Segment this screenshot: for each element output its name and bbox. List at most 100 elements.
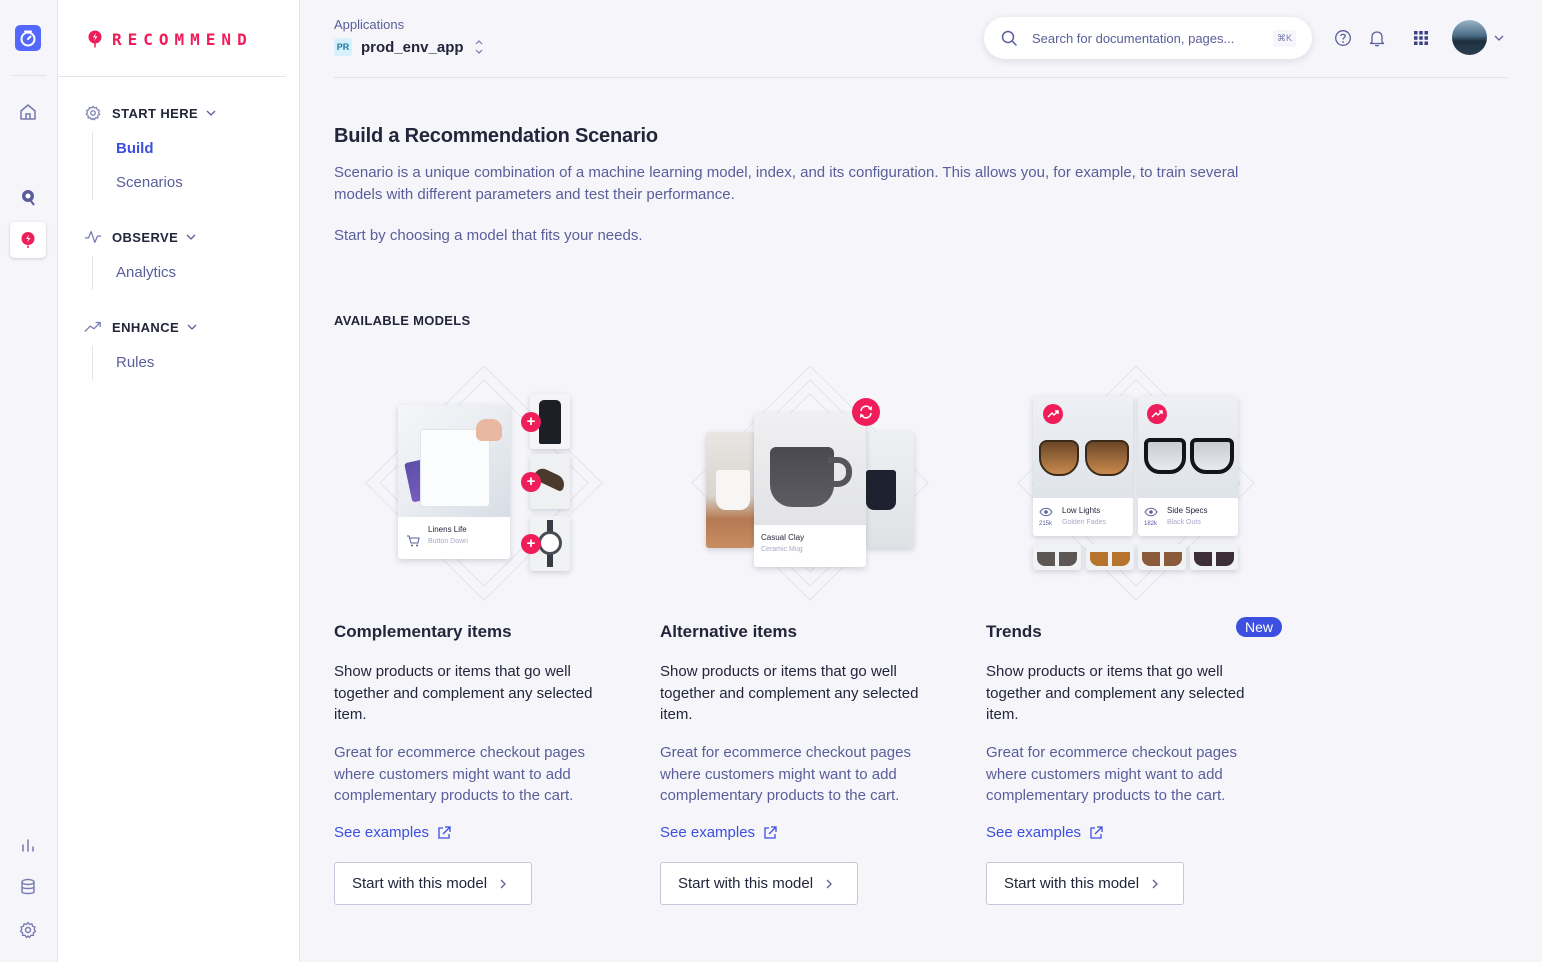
sidebar-divider [58,76,286,77]
sidebar-item-analytics[interactable]: Analytics [93,256,176,290]
section-label: OBSERVE [112,229,179,245]
black-mug-thumb [866,432,914,548]
see-examples-link[interactable]: See examples [660,824,777,841]
see-examples-link[interactable]: See examples [986,824,1103,841]
chevron-down-icon [186,234,196,240]
external-link-icon [764,825,777,839]
cart-icon [407,535,420,547]
shirt-product-card: Linens Life Button Down [398,405,510,559]
chevron-down-icon [206,110,216,116]
section-enhance[interactable]: ENHANCE [84,317,197,337]
start-hint: Start by choosing a model that fits your… [334,227,643,244]
section-label: ENHANCE [112,319,180,335]
chevron-right-icon [826,879,832,888]
external-link-icon [438,825,451,839]
product-name: Side Specs [1167,506,1208,515]
model-note: Great for ecommerce checkout pages where… [660,744,911,804]
algolia-logo-icon[interactable] [15,25,41,51]
sunglasses-thumb [1086,544,1134,570]
start-here-submenu: Build Scenarios [92,132,183,200]
new-badge: New [1236,617,1283,637]
trending-icon [1147,404,1167,424]
trends-illustration: 215k Low Lights Golden Fades 182k Side S… [986,366,1286,602]
sidebar-item-rules[interactable]: Rules [93,346,154,380]
sidebar-item-build[interactable]: Build [93,132,183,166]
help-icon[interactable] [1334,29,1352,47]
model-description: Show products or items that go well toge… [334,663,593,723]
trend-icon [84,321,101,332]
add-pin: + [521,412,541,432]
avatar[interactable] [1452,20,1487,55]
start-model-button[interactable]: Start with this model [334,862,532,905]
sunglasses-thumb [1138,544,1186,570]
view-count: 215k [1039,521,1053,527]
sidebar-item-scenarios[interactable]: Scenarios [93,166,183,200]
external-link-icon [1090,825,1103,839]
apps-grid-icon[interactable] [1412,29,1430,47]
model-title: Complementary items [334,622,512,641]
complementary-illustration: Linens Life Button Down + + + [334,366,634,602]
section-label: START HERE [112,105,199,121]
database-icon[interactable] [18,877,38,897]
eye-icon [1144,507,1158,517]
search-box[interactable]: Search for documentation, pages... ⌘K [984,17,1312,59]
product-subtitle: Button Down [428,538,469,545]
home-icon[interactable] [18,102,38,122]
start-model-label: Start with this model [1004,875,1140,892]
updown-chevron-icon [475,40,482,54]
add-pin: + [521,472,541,492]
section-start-here[interactable]: START HERE [84,103,216,123]
bar-chart-icon[interactable] [18,835,38,855]
product-name: Casual Clay [761,533,805,542]
header-divider [334,77,1508,78]
pulse-icon [84,230,102,244]
model-card-trends: 215k Low Lights Golden Fades 182k Side S… [986,366,1286,905]
start-model-button[interactable]: Start with this model [986,862,1184,905]
recommend-logo-icon [88,30,102,48]
model-note: Great for ecommerce checkout pages where… [334,744,585,804]
model-card-complementary: Linens Life Button Down + + + Complement… [334,366,634,905]
model-title: Alternative items [660,622,797,641]
see-examples-link[interactable]: See examples [334,824,451,841]
start-model-label: Start with this model [678,875,814,892]
search-pin-icon[interactable] [18,187,38,207]
gear-icon [85,105,101,121]
start-model-button[interactable]: Start with this model [660,862,858,905]
model-note: Great for ecommerce checkout pages where… [986,744,1237,804]
search-icon [1001,30,1017,46]
refresh-icon [852,398,880,426]
app-name: prod_env_app [361,38,464,56]
brand-logo[interactable]: RECOMMEND [88,28,253,50]
page-description: Scenario is a unique combination of a ma… [334,164,1239,203]
see-examples-label: See examples [334,824,430,841]
chevron-right-icon [1152,879,1158,888]
bell-icon[interactable] [1368,29,1386,47]
product-name: Linens Life [428,525,467,534]
brand-name: RECOMMEND [112,29,253,49]
product-subtitle: Black Outs [1167,519,1201,526]
search-input[interactable]: Search for documentation, pages... [1032,31,1273,46]
eye-icon [1039,507,1053,517]
app-selector[interactable]: PR prod_env_app [334,37,484,57]
page-title: Build a Recommendation Scenario [334,125,658,147]
enhance-submenu: Rules [92,346,154,380]
white-mug-thumb [706,432,754,548]
model-description: Show products or items that go well toge… [986,663,1245,723]
sidebar: RECOMMEND START HERE Build Scenarios OBS… [58,0,300,962]
observe-submenu: Analytics [92,256,176,290]
chevron-right-icon [500,879,506,888]
chevron-down-icon [187,324,197,330]
section-observe[interactable]: OBSERVE [84,227,196,247]
see-examples-label: See examples [660,824,756,841]
alternative-illustration: Casual Clay Ceramic Mug [660,366,960,602]
model-card-alternative: Casual Clay Ceramic Mug Alternative item… [660,366,960,905]
trending-icon [1043,404,1063,424]
available-models-heading: AVAILABLE MODELS [334,313,471,328]
settings-icon[interactable] [18,920,38,940]
model-title: Trends [986,622,1042,641]
start-model-label: Start with this model [352,875,488,892]
rail-divider [12,75,46,76]
chevron-down-icon[interactable] [1493,33,1505,43]
recommend-icon[interactable] [18,230,38,250]
add-pin: + [521,534,541,554]
